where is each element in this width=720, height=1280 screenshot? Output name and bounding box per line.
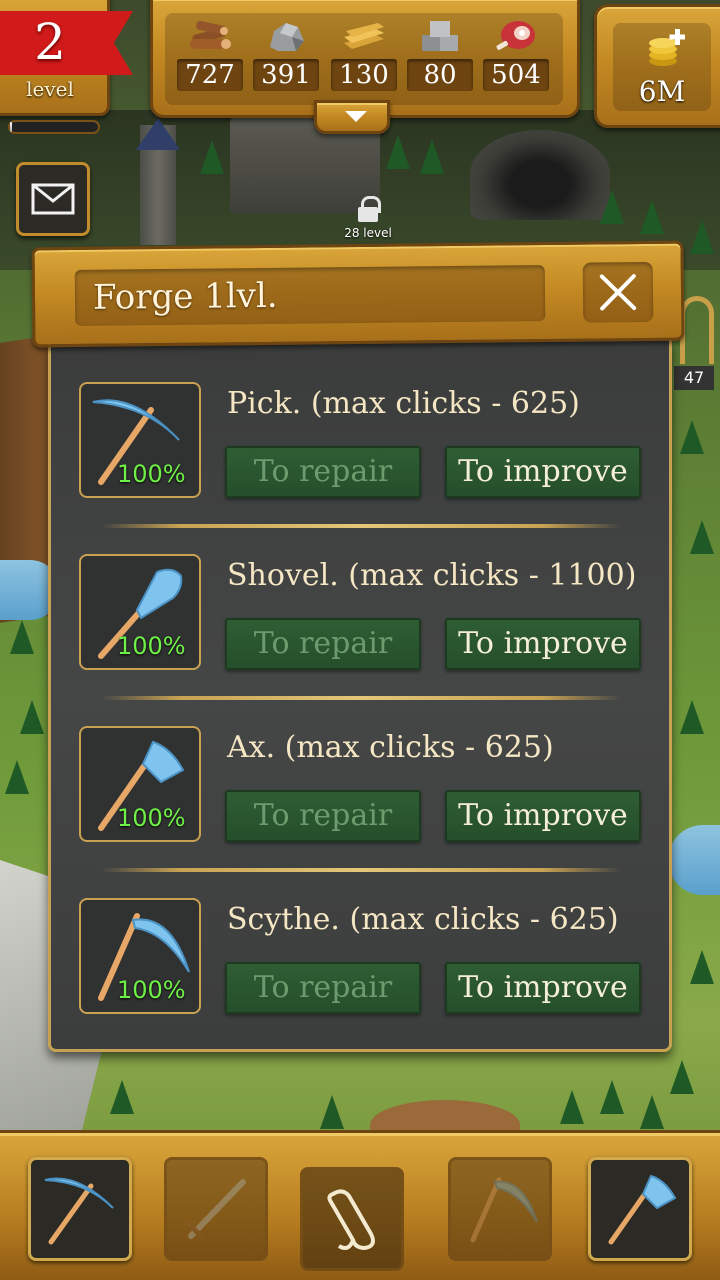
resource-wood-value: 727 (177, 59, 243, 91)
tool-icon-box[interactable]: 100% (79, 382, 201, 498)
resource-planks[interactable]: 130 (329, 17, 399, 95)
resource-stone-value: 391 (253, 59, 319, 91)
repair-button[interactable]: To repair (225, 962, 421, 1014)
level-panel[interactable]: 2 level (0, 0, 133, 116)
planks-icon (344, 23, 384, 49)
resources-expand-button[interactable] (314, 100, 390, 134)
mail-button[interactable] (16, 162, 90, 236)
close-icon (599, 274, 637, 311)
tool-name: Shovel. (max clicks - 1100) (227, 558, 637, 593)
toolbar-slot-quests[interactable] (300, 1167, 404, 1271)
gold-coins-plus-icon (649, 29, 685, 66)
repair-button[interactable]: To repair (225, 790, 421, 842)
tool-durability-percent: 100% (117, 804, 186, 832)
improve-button[interactable]: To improve (445, 962, 641, 1014)
envelope-icon (31, 183, 75, 215)
bottom-toolbar (0, 1130, 720, 1280)
tool-durability-percent: 100% (117, 632, 186, 660)
tool-row-shovel: 100% Shovel. (max clicks - 1100) To repa… (79, 554, 649, 684)
gold-value: 6M (638, 75, 686, 108)
tool-icon-box[interactable]: 100% (79, 554, 201, 670)
row-divider (101, 524, 621, 528)
stone-blocks-icon (422, 21, 458, 51)
tool-name: Ax. (max clicks - 625) (227, 730, 554, 765)
resource-stone[interactable]: 391 (251, 17, 321, 95)
tool-durability-percent: 100% (117, 976, 186, 1004)
repair-button[interactable]: To repair (225, 446, 421, 498)
lock-icon (357, 196, 381, 222)
tool-icon-box[interactable]: 100% (79, 726, 201, 842)
tool-row-scythe: 100% Scythe. (max clicks - 625) To repai… (79, 898, 649, 1028)
toolbar-slot-sword[interactable] (164, 1157, 268, 1261)
toolbar-slot-axe[interactable] (588, 1157, 692, 1261)
repair-button[interactable]: To repair (225, 618, 421, 670)
resource-wood[interactable]: 727 (175, 17, 245, 95)
dialog-title-bar: Forge 1lvl. (74, 265, 546, 326)
level-number: 2 (34, 13, 66, 71)
resource-stone-blocks[interactable]: 80 (405, 17, 475, 95)
axe-icon (608, 1174, 677, 1245)
tool-row-pick: 100% Pick. (max clicks - 625) To repair … (79, 382, 649, 512)
pickaxe-icon (44, 1177, 114, 1245)
tool-row-axe: 100% Ax. (max clicks - 625) To repair To… (79, 726, 649, 856)
improve-button[interactable]: To improve (445, 790, 641, 842)
gold-inner: 6M (613, 23, 711, 111)
level-progress-fill (10, 122, 12, 132)
archway-icon (680, 296, 714, 364)
locked-level-label: 28 level (344, 226, 392, 240)
gold-panel[interactable]: 6M (594, 4, 720, 128)
tool-name: Pick. (max clicks - 625) (227, 386, 580, 421)
level-label: level (26, 77, 74, 101)
side-tab-count: 47 (674, 366, 714, 390)
chevron-down-icon (345, 111, 367, 122)
tool-icon-box[interactable]: 100% (79, 898, 201, 1014)
row-divider (101, 696, 621, 700)
dialog-title: Forge 1lvl. (92, 275, 278, 318)
row-divider (101, 868, 621, 872)
resource-planks-value: 130 (331, 59, 397, 91)
resource-meat[interactable]: 504 (481, 17, 551, 95)
scythe-icon (470, 1177, 538, 1243)
tool-durability-percent: 100% (117, 460, 186, 488)
improve-button[interactable]: To improve (445, 618, 641, 670)
stone-icon (270, 23, 304, 51)
forge-dialog-header: Forge 1lvl. (31, 240, 685, 348)
resource-stone-blocks-value: 80 (407, 59, 473, 91)
improve-button[interactable]: To improve (445, 446, 641, 498)
locked-building-marker[interactable]: 28 level (340, 196, 396, 240)
resource-meat-value: 504 (483, 59, 549, 91)
tool-name: Scythe. (max clicks - 625) (227, 902, 619, 937)
toolbar-slot-scythe[interactable] (448, 1157, 552, 1261)
close-button[interactable] (582, 261, 654, 323)
scroll-icon (327, 1189, 375, 1251)
toolbar-slot-pickaxe[interactable] (28, 1157, 132, 1261)
forge-dialog-body: 100% Pick. (max clicks - 625) To repair … (48, 340, 672, 1052)
wood-icon (190, 20, 231, 49)
level-progress-bar (8, 120, 100, 134)
sword-icon (185, 1179, 246, 1240)
meat-icon (496, 21, 535, 50)
